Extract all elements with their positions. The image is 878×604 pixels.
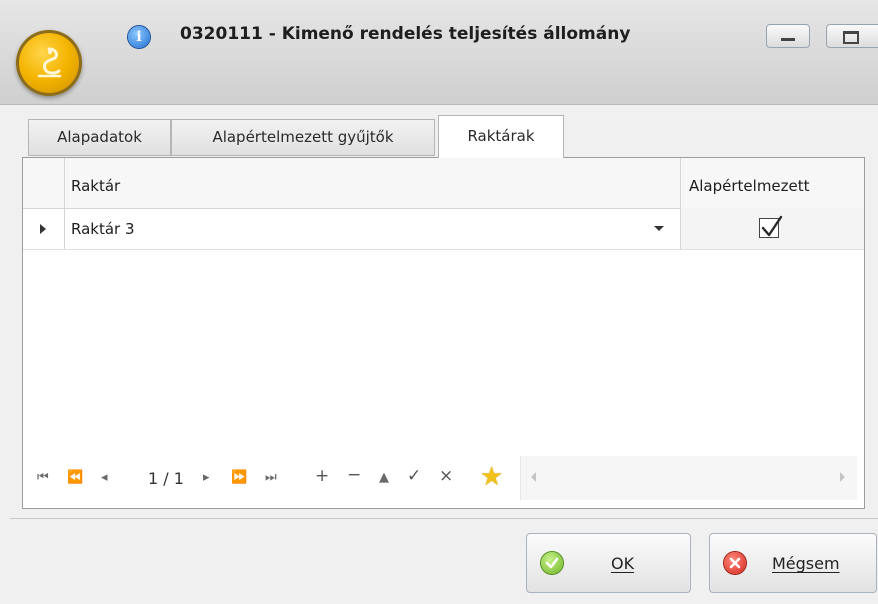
- title-bar: i 0320111 - Kimenő rendelés teljesítés á…: [0, 0, 878, 105]
- minimize-button[interactable]: [766, 24, 810, 48]
- prev-page-icon[interactable]: ⏪: [67, 468, 83, 488]
- cancel-label: Mégsem: [772, 554, 840, 573]
- remove-icon[interactable]: −: [347, 465, 361, 485]
- horizontal-scrollbar[interactable]: [520, 456, 857, 500]
- edit-icon[interactable]: ▲: [379, 468, 389, 488]
- cobra-logo-icon[interactable]: [16, 30, 82, 96]
- ok-label: OK: [611, 554, 635, 573]
- column-header-raktar[interactable]: Raktár: [65, 158, 681, 208]
- raktar-value: Raktár 3: [71, 220, 135, 238]
- scroll-left-icon[interactable]: [531, 472, 536, 482]
- add-icon[interactable]: +: [315, 466, 329, 486]
- tab-alapadatok[interactable]: Alapadatok: [28, 119, 171, 156]
- tab-raktarak[interactable]: Raktárak: [438, 115, 564, 158]
- grid-navigator: ⏮ ⏪ ◂ 1 / 1 ▸ ⏩ ⏭ + − ▲ ✓ × ★: [23, 460, 523, 500]
- tab-alapertelmezett-gyujtok[interactable]: Alapértelmezett gyűjtők: [171, 119, 435, 156]
- page-indicator: 1 / 1: [148, 469, 184, 488]
- grid-header: Raktár Alapértelmezett: [23, 158, 864, 209]
- column-header-alapertelmezett[interactable]: Alapértelmezett: [681, 158, 864, 208]
- prev-icon[interactable]: ◂: [101, 468, 108, 488]
- ok-button[interactable]: OK: [526, 533, 691, 593]
- favorite-star-icon[interactable]: ★: [480, 462, 503, 492]
- raktarak-grid-panel: Raktár Alapértelmezett Raktár 3 ⏮ ⏪ ◂ 1 …: [22, 157, 865, 509]
- info-icon[interactable]: i: [128, 26, 150, 48]
- table-row[interactable]: Raktár 3: [23, 208, 864, 250]
- next-page-icon[interactable]: ⏩: [231, 468, 247, 488]
- raktar-dropdown-cell[interactable]: Raktár 3: [65, 208, 681, 249]
- row-indicator-icon: [23, 208, 65, 249]
- alapertelmezett-cell: [681, 208, 864, 249]
- maximize-button[interactable]: [826, 24, 878, 48]
- scroll-right-icon[interactable]: [840, 472, 845, 482]
- dropdown-arrow-icon[interactable]: [654, 226, 664, 231]
- cancel-edit-icon[interactable]: ×: [439, 466, 453, 486]
- accept-icon[interactable]: ✓: [407, 466, 421, 486]
- cancel-x-icon: [724, 552, 746, 574]
- alapertelmezett-checkbox[interactable]: [759, 215, 783, 238]
- window-title: 0320111 - Kimenő rendelés teljesítés áll…: [180, 24, 631, 44]
- ok-check-icon: [541, 552, 563, 574]
- next-icon[interactable]: ▸: [203, 468, 210, 488]
- header-indicator-cell: [23, 158, 65, 208]
- cancel-button[interactable]: Mégsem: [709, 533, 877, 593]
- first-icon[interactable]: ⏮: [37, 468, 49, 488]
- footer-divider: [10, 518, 878, 519]
- last-icon[interactable]: ⏭: [265, 468, 277, 488]
